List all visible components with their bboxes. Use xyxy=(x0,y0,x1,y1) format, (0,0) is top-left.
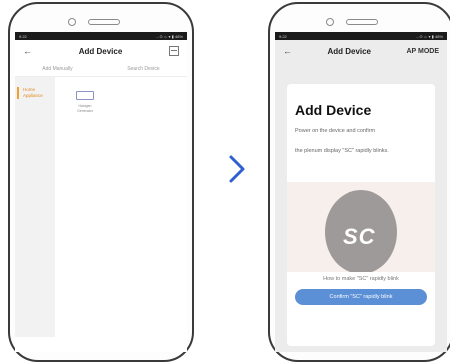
earpiece-speaker xyxy=(346,19,378,25)
instruction-line-1: Power on the device and confirm xyxy=(295,128,376,134)
chevron-right-icon xyxy=(229,155,245,183)
device-label: Halogen Generator xyxy=(77,104,93,113)
device-icon xyxy=(76,91,94,100)
category-device-panel: Home Appliance Halogen Generator xyxy=(15,77,187,337)
front-camera xyxy=(68,18,76,26)
how-to-blink-link[interactable]: How to make "SC" rapidly blink xyxy=(287,276,435,282)
phone-frame-left: 9:22 ...⊙ ☼ ▾ ▮ 48% ← Add Device Add Man… xyxy=(8,2,194,362)
add-mode-tabs: Add Manually Search Device xyxy=(15,62,187,77)
front-camera xyxy=(326,18,334,26)
page-title: Add Device xyxy=(78,46,123,56)
add-device-card: Add Device Power on the device and confi… xyxy=(287,84,435,346)
scan-icon[interactable] xyxy=(168,46,179,56)
status-time: 9:22 xyxy=(19,33,27,39)
back-arrow-icon[interactable]: ← xyxy=(23,46,32,56)
sc-illustration: SC xyxy=(287,182,435,272)
device-tile-halogen-generator[interactable]: Halogen Generator xyxy=(71,91,99,114)
status-bar: 9:22 ...⊙ ☼ ▾ ▮ 48% xyxy=(275,32,447,40)
status-time: 9:22 xyxy=(279,33,287,39)
screen-right: 9:22 ...⊙ ☼ ▾ ▮ 48% ← Add Device AP MODE… xyxy=(275,32,447,352)
instruction-line-2: the plenum display "SC" rapidly blinks. xyxy=(295,148,389,154)
back-arrow-icon[interactable]: ← xyxy=(283,46,292,56)
screen-left: 9:22 ...⊙ ☼ ▾ ▮ 48% ← Add Device Add Man… xyxy=(15,32,187,352)
nav-bar: ← Add Device xyxy=(15,40,187,62)
card-title: Add Device xyxy=(295,102,372,118)
sidebar-item-home-appliance[interactable]: Home Appliance xyxy=(17,87,55,99)
ap-mode-button[interactable]: AP MODE xyxy=(406,48,439,55)
phone-frame-right: 9:22 ...⊙ ☼ ▾ ▮ 48% ← Add Device AP MODE… xyxy=(268,2,450,362)
status-icons: ...⊙ ☼ ▾ ▮ 48% xyxy=(155,33,183,39)
tab-add-manually[interactable]: Add Manually xyxy=(42,66,72,72)
tab-search-device[interactable]: Search Device xyxy=(127,66,160,72)
nav-bar: ← Add Device AP MODE xyxy=(275,40,447,62)
status-icons: ...⊙ ☼ ▾ ▮ 48% xyxy=(415,33,443,39)
device-grid: Halogen Generator xyxy=(55,77,187,337)
sc-display-text: SC xyxy=(343,224,376,249)
confirm-sc-blink-button[interactable]: Confirm "SC" rapidly blink xyxy=(295,289,427,305)
category-sidebar: Home Appliance xyxy=(15,77,55,337)
status-bar: 9:22 ...⊙ ☼ ▾ ▮ 48% xyxy=(15,32,187,40)
page-title: Add Device xyxy=(327,46,372,56)
earpiece-speaker xyxy=(88,19,120,25)
